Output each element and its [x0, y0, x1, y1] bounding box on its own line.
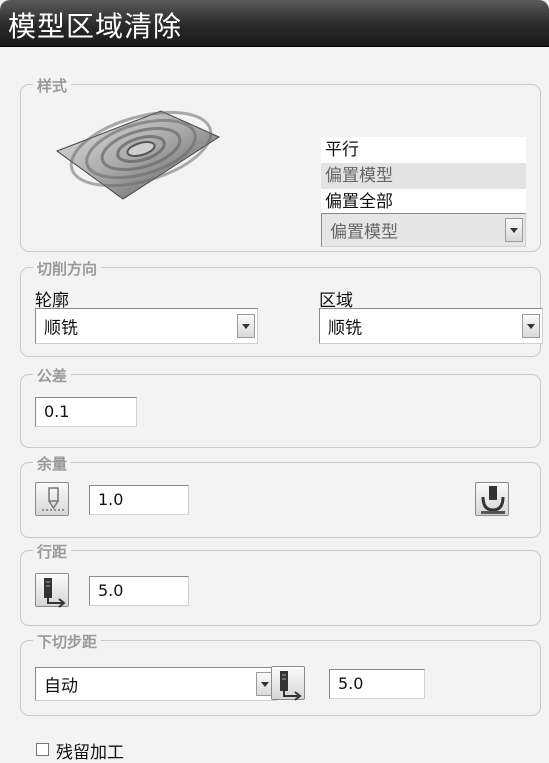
- stepdown-input[interactable]: 5.0: [329, 669, 425, 699]
- style-group: 样式 平行 偏置模型 偏置全部 偏置模型: [20, 75, 541, 252]
- stepover-legend: 行距: [33, 541, 72, 562]
- tolerance-group: 公差 0.1: [20, 365, 541, 448]
- area-direction-select[interactable]: 顺铣: [319, 308, 543, 344]
- thickness-group: 余量 1.0: [20, 453, 541, 538]
- style-dropdown[interactable]: 偏置模型: [321, 213, 526, 247]
- thickness-legend: 余量: [33, 453, 72, 474]
- cut-direction-group: 切削方向 轮廓 顺铣 区域 顺铣: [20, 258, 543, 357]
- stepover-group: 行距 5.0: [20, 541, 541, 626]
- stepdown-group: 下切步距 自动 5.0: [20, 631, 541, 716]
- title-bar: 模型区域清除: [0, 0, 549, 47]
- thickness-settings-icon[interactable]: [475, 482, 509, 516]
- style-legend: 样式: [33, 75, 72, 96]
- rest-machining-label: 残留加工: [56, 743, 124, 763]
- stepdown-mode-select[interactable]: 自动: [35, 667, 277, 701]
- style-option-parallel[interactable]: 平行: [321, 137, 526, 163]
- component-thickness-icon[interactable]: [35, 482, 69, 516]
- thickness-input[interactable]: 1.0: [89, 485, 189, 515]
- tolerance-legend: 公差: [33, 365, 72, 386]
- profile-direction-value: 顺铣: [44, 318, 78, 339]
- tolerance-input[interactable]: 0.1: [35, 397, 137, 427]
- style-dropdown-value: 偏置模型: [330, 222, 398, 243]
- offset-toolpath-preview-icon: [55, 110, 221, 200]
- copy-from-tool-icon[interactable]: [271, 666, 305, 701]
- profile-direction-select[interactable]: 顺铣: [35, 308, 258, 344]
- chevron-down-icon[interactable]: [522, 314, 540, 338]
- style-options-list[interactable]: 平行 偏置模型 偏置全部: [321, 137, 526, 215]
- style-option-offset-all[interactable]: 偏置全部: [321, 189, 526, 215]
- rest-machining-checkbox[interactable]: [36, 743, 49, 756]
- chevron-down-icon[interactable]: [505, 218, 523, 242]
- cut-direction-legend: 切削方向: [33, 258, 102, 279]
- chevron-down-icon[interactable]: [237, 314, 255, 338]
- area-direction-value: 顺铣: [328, 318, 362, 339]
- window-title: 模型区域清除: [8, 10, 183, 43]
- stepdown-mode-value: 自动: [44, 676, 78, 697]
- copy-from-tool-icon[interactable]: [35, 573, 69, 608]
- stepdown-legend: 下切步距: [33, 631, 102, 652]
- stepover-input[interactable]: 5.0: [89, 576, 189, 606]
- style-option-offset-model[interactable]: 偏置模型: [321, 163, 526, 189]
